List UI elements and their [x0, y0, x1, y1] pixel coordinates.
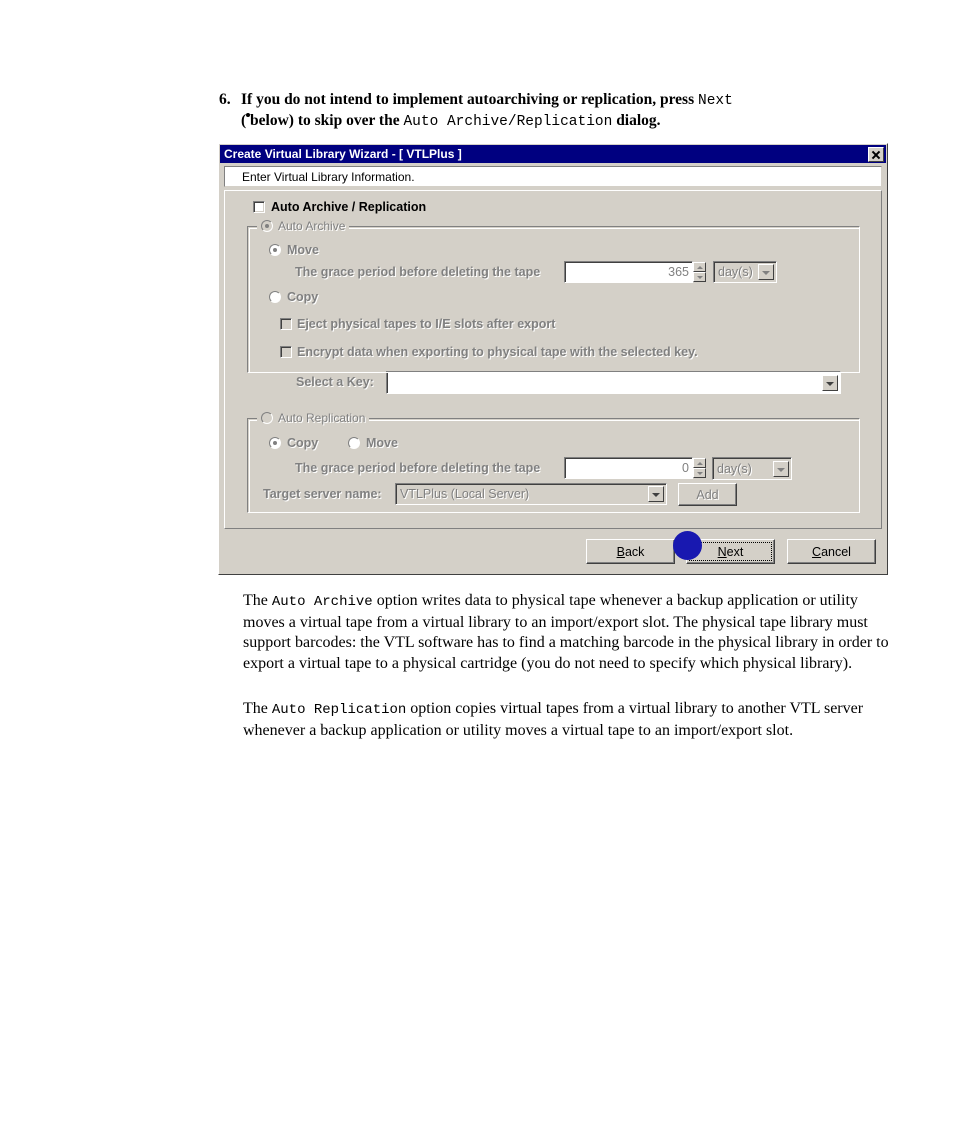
p1-mono: Auto Archive — [271, 594, 373, 610]
target-server-label: Target server name: — [263, 487, 382, 501]
add-button-label: Add — [696, 487, 719, 502]
step-text: If you do not intend to implement autoar… — [241, 90, 891, 132]
replication-grace-period-spinner[interactable] — [693, 458, 706, 478]
dialog-content-panel: Auto Archive / Replication Auto Archive … — [224, 190, 882, 529]
p2-mono: Auto Replication — [271, 702, 407, 718]
chevron-down-icon[interactable] — [648, 486, 664, 502]
cancel-button[interactable]: Cancel — [787, 539, 876, 564]
auto-replication-groupbox: Auto Replication Copy Move The grace per… — [247, 411, 860, 513]
dialog-subheader-text: Enter Virtual Library Information. — [242, 169, 415, 184]
archive-spinner-down-icon[interactable] — [693, 272, 706, 282]
step-line1-mono: Next — [698, 93, 733, 109]
replication-grace-period-value: 0 — [682, 461, 689, 475]
chevron-down-icon[interactable] — [758, 264, 774, 280]
auto-archive-replication-checkbox[interactable] — [253, 201, 265, 213]
archive-copy-radio-row[interactable]: Copy — [269, 290, 318, 304]
auto-replication-legend-label: Auto Replication — [278, 411, 366, 425]
step-line2-text: below) to skip over the — [246, 112, 404, 129]
replication-grace-period-row: The grace period before deleting the tap… — [295, 461, 540, 475]
step-number: 6. — [219, 91, 231, 108]
step-line2-mono: Auto Archive/Replication — [403, 114, 613, 130]
archive-move-radio[interactable] — [269, 244, 281, 256]
step-instruction: 6. If you do not intend to implement aut… — [219, 90, 891, 132]
target-server-value: VTLPlus (Local Server) — [400, 487, 530, 501]
archive-grace-period-unit-value: day(s) — [718, 265, 753, 279]
dialog-subheader: Enter Virtual Library Information. — [224, 166, 882, 187]
encrypt-data-checkbox-row[interactable]: Encrypt data when exporting to physical … — [280, 345, 698, 359]
chevron-down-icon[interactable] — [773, 460, 789, 477]
step-line2-tail: dialog. — [612, 112, 661, 129]
dialog-title: Create Virtual Library Wizard - [ VTLPlu… — [224, 147, 462, 161]
dialog-titlebar: Create Virtual Library Wizard - [ VTLPlu… — [220, 145, 886, 163]
dialog-button-bar: Back Next Cancel — [224, 533, 882, 571]
archive-spinner-up-icon[interactable] — [693, 262, 706, 272]
replication-grace-period-label: The grace period before deleting the tap… — [295, 461, 541, 475]
auto-archive-replication-checkbox-row[interactable]: Auto Archive / Replication — [253, 200, 426, 214]
replication-spinner-down-icon[interactable] — [693, 468, 706, 478]
annotation-dot — [246, 113, 250, 117]
replication-move-radio[interactable] — [348, 437, 360, 449]
replication-grace-period-unit-combo[interactable]: day(s) — [712, 457, 792, 480]
auto-replication-radio[interactable] — [261, 412, 273, 424]
replication-copy-radio-row[interactable]: Copy — [269, 436, 318, 450]
archive-grace-period-label: The grace period before deleting the tap… — [295, 265, 541, 279]
next-button-label: Next — [717, 544, 744, 559]
p1-lead: The — [243, 592, 272, 609]
paragraph-auto-replication: The Auto Replication option copies virtu… — [243, 699, 891, 741]
archive-copy-radio[interactable] — [269, 291, 281, 303]
chevron-down-icon[interactable] — [822, 374, 838, 391]
select-key-combo[interactable] — [386, 371, 841, 394]
archive-grace-period-value: 365 — [668, 265, 689, 279]
replication-grace-period-input[interactable]: 0 — [564, 457, 693, 479]
cancel-button-label: Cancel — [812, 544, 851, 559]
replication-copy-label: Copy — [287, 436, 319, 450]
eject-tapes-label: Eject physical tapes to I/E slots after … — [297, 317, 556, 331]
encrypt-data-label: Encrypt data when exporting to physical … — [297, 345, 698, 359]
add-target-server-button[interactable]: Add — [678, 483, 737, 506]
select-key-label: Select a Key: — [296, 375, 374, 389]
archive-grace-period-input[interactable]: 365 — [564, 261, 693, 283]
create-virtual-library-wizard-dialog: Create Virtual Library Wizard - [ VTLPlu… — [218, 143, 888, 575]
target-server-row: Target server name: — [263, 487, 382, 501]
auto-archive-legend-label: Auto Archive — [278, 219, 346, 233]
replication-move-label: Move — [366, 436, 398, 450]
auto-archive-radio[interactable] — [261, 220, 273, 232]
p2-lead: The — [243, 700, 272, 717]
archive-move-radio-row[interactable]: Move — [269, 243, 319, 257]
auto-replication-legend[interactable]: Auto Replication — [257, 411, 370, 425]
archive-move-label: Move — [287, 243, 319, 257]
close-icon[interactable] — [868, 146, 884, 162]
back-button[interactable]: Back — [586, 539, 675, 564]
auto-archive-groupbox: Auto Archive Move The grace period befor… — [247, 219, 860, 394]
eject-tapes-checkbox-row[interactable]: Eject physical tapes to I/E slots after … — [280, 317, 555, 331]
replication-move-radio-row[interactable]: Move — [348, 436, 398, 450]
archive-grace-period-spinner[interactable] — [693, 262, 706, 282]
document-page: 6. If you do not intend to implement aut… — [0, 0, 954, 1145]
auto-archive-replication-label: Auto Archive / Replication — [271, 200, 427, 214]
target-server-combo[interactable]: VTLPlus (Local Server) — [395, 483, 667, 505]
annotation-circle — [673, 531, 702, 560]
archive-copy-label: Copy — [287, 290, 319, 304]
paragraph-auto-archive: The Auto Archive option writes data to p… — [243, 591, 891, 674]
archive-grace-period-unit-combo[interactable]: day(s) — [713, 261, 777, 283]
back-button-label: Back — [616, 544, 645, 559]
replication-copy-radio[interactable] — [269, 437, 281, 449]
archive-grace-period-row: The grace period before deleting the tap… — [295, 265, 540, 279]
replication-grace-period-unit-value: day(s) — [717, 461, 752, 476]
auto-archive-legend[interactable]: Auto Archive — [257, 219, 350, 233]
eject-tapes-checkbox[interactable] — [280, 318, 292, 330]
replication-spinner-up-icon[interactable] — [693, 458, 706, 468]
select-key-row: Select a Key: — [296, 375, 374, 389]
encrypt-data-checkbox[interactable] — [280, 346, 292, 358]
step-line1-text: If you do not intend to implement autoar… — [241, 91, 698, 108]
